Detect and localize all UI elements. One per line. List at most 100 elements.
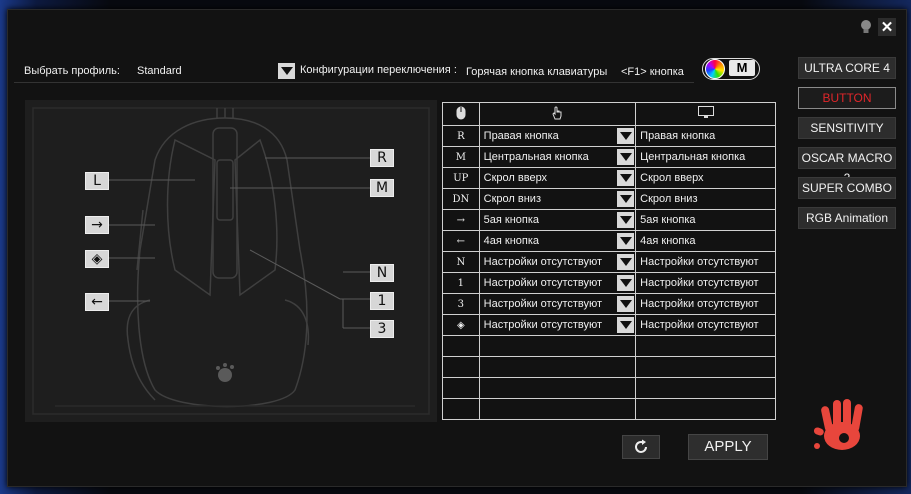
- assign-select[interactable]: 5ая кнопка: [478, 209, 637, 231]
- hand-pointer-icon: [478, 102, 637, 126]
- current-value: 5ая кнопка: [635, 209, 776, 231]
- assign-value: 4ая кнопка: [483, 235, 540, 247]
- empty-cell: [442, 335, 480, 357]
- assign-value: Правая кнопка: [483, 130, 559, 142]
- sidebar-item-oscar-macro[interactable]: OSCAR MACRO 2: [798, 147, 896, 185]
- row-key: 3: [442, 293, 480, 315]
- apply-button[interactable]: APPLY: [688, 434, 768, 460]
- assign-value: Скрол вниз: [483, 193, 541, 205]
- table-row: DN Скрол вниз Скрол вниз: [442, 188, 776, 210]
- assign-select[interactable]: Настройки отсутствуют: [478, 293, 637, 315]
- row-key: UP: [442, 167, 480, 189]
- mouse-key-3[interactable]: 3: [370, 320, 394, 338]
- empty-row: [442, 398, 776, 420]
- sidebar-item-super-combo[interactable]: SUPER COMBO: [798, 177, 896, 199]
- assign-value: Настройки отсутствуют: [483, 298, 603, 310]
- current-value: Настройки отсутствуют: [635, 293, 776, 315]
- mouse-key-back[interactable]: ←: [85, 293, 109, 311]
- mouse-key-forward[interactable]: →: [85, 216, 109, 234]
- refresh-icon: [635, 439, 647, 453]
- table-row: N Настройки отсутствуют Настройки отсутс…: [442, 251, 776, 273]
- table-row: ◈ Настройки отсутствуют Настройки отсутс…: [442, 314, 776, 336]
- switch-config-value[interactable]: Горячая кнопка клавиатуры: [466, 66, 607, 78]
- empty-cell: [635, 356, 776, 378]
- mode-toggle[interactable]: M: [702, 58, 760, 80]
- table-header: [442, 102, 776, 126]
- table-row: 3 Настройки отсутствуют Настройки отсутс…: [442, 293, 776, 315]
- profile-label: Выбрать профиль:: [24, 65, 120, 77]
- chevron-down-icon[interactable]: [617, 233, 635, 249]
- sidebar-item-button[interactable]: BUTTON: [798, 87, 896, 109]
- mouse-diagram-panel: L → ◈ ← R M N 1 3: [25, 100, 437, 422]
- chevron-down-icon[interactable]: [617, 296, 635, 312]
- chevron-down-icon[interactable]: [617, 254, 635, 270]
- empty-row: [442, 335, 776, 357]
- empty-row: [442, 356, 776, 378]
- chevron-down-icon[interactable]: [617, 317, 635, 333]
- chevron-down-icon[interactable]: [617, 275, 635, 291]
- mouse-key-n[interactable]: N: [370, 264, 394, 282]
- empty-cell: [635, 398, 776, 420]
- app-window: ✕ Выбрать профиль: Standard Конфигурации…: [7, 9, 907, 487]
- empty-row: [442, 377, 776, 399]
- hotkey-value[interactable]: <F1> кнопка: [621, 66, 685, 78]
- reset-button[interactable]: [622, 435, 660, 459]
- assign-select[interactable]: Правая кнопка: [478, 125, 637, 147]
- sidebar-item-sensitivity[interactable]: SENSITIVITY: [798, 117, 896, 139]
- empty-cell: [478, 398, 637, 420]
- chevron-down-icon[interactable]: [617, 191, 635, 207]
- row-key: M: [442, 146, 480, 168]
- assign-select[interactable]: Настройки отсутствуют: [478, 314, 637, 336]
- lightbulb-icon[interactable]: [857, 18, 875, 36]
- empty-cell: [442, 398, 480, 420]
- empty-cell: [478, 377, 637, 399]
- assign-value: Настройки отсутствуют: [483, 319, 603, 331]
- table-row: R Правая кнопка Правая кнопка: [442, 125, 776, 147]
- row-key: R: [442, 125, 480, 147]
- row-key: ◈: [442, 314, 480, 336]
- chevron-down-icon[interactable]: [617, 212, 635, 228]
- close-button[interactable]: ✕: [878, 18, 896, 36]
- mouse-key-dpi[interactable]: ◈: [85, 250, 109, 268]
- chevron-down-icon[interactable]: [617, 149, 635, 165]
- mouse-key-m[interactable]: M: [370, 179, 394, 197]
- mouse-key-l[interactable]: L: [85, 172, 109, 190]
- monitor-icon: [635, 102, 776, 126]
- sidebar-item-ultra-core[interactable]: ULTRA CORE 4: [798, 57, 896, 79]
- current-value: 4ая кнопка: [635, 230, 776, 252]
- row-key: →: [442, 209, 480, 231]
- current-value: Настройки отсутствуют: [635, 272, 776, 294]
- mouse-key-r[interactable]: R: [370, 149, 394, 167]
- empty-cell: [442, 377, 480, 399]
- sidebar-item-rgb-animation[interactable]: RGB Animation: [798, 207, 896, 229]
- assign-select[interactable]: Скрол вверх: [478, 167, 637, 189]
- assign-select[interactable]: Настройки отсутствуют: [478, 251, 637, 273]
- assign-value: Настройки отсутствуют: [483, 256, 603, 268]
- assign-select[interactable]: Настройки отсутствуют: [478, 272, 637, 294]
- color-wheel-icon: [705, 59, 725, 79]
- switch-config-label: Конфигурации переключения :: [300, 64, 457, 76]
- assign-select[interactable]: 4ая кнопка: [478, 230, 637, 252]
- profile-dropdown-arrow-icon[interactable]: [278, 63, 295, 79]
- current-value: Скрол вниз: [635, 188, 776, 210]
- current-value: Настройки отсутствуют: [635, 314, 776, 336]
- row-key: N: [442, 251, 480, 273]
- assign-select[interactable]: Скрол вниз: [478, 188, 637, 210]
- table-row: M Центральная кнопка Центральная кнопка: [442, 146, 776, 168]
- row-key: ←: [442, 230, 480, 252]
- table-row: → 5ая кнопка 5ая кнопка: [442, 209, 776, 231]
- chevron-down-icon[interactable]: [617, 128, 635, 144]
- current-value: Настройки отсутствуют: [635, 251, 776, 273]
- current-value: Правая кнопка: [635, 125, 776, 147]
- empty-cell: [478, 356, 637, 378]
- bloody-logo-icon: [808, 394, 872, 463]
- assign-value: Настройки отсутствуют: [483, 277, 603, 289]
- profile-select[interactable]: Standard: [137, 65, 182, 77]
- empty-cell: [442, 356, 480, 378]
- mouse-key-1[interactable]: 1: [370, 292, 394, 310]
- current-value: Центральная кнопка: [635, 146, 776, 168]
- chevron-down-icon[interactable]: [617, 170, 635, 186]
- empty-cell: [635, 335, 776, 357]
- table-row: UP Скрол вверх Скрол вверх: [442, 167, 776, 189]
- assign-select[interactable]: Центральная кнопка: [478, 146, 637, 168]
